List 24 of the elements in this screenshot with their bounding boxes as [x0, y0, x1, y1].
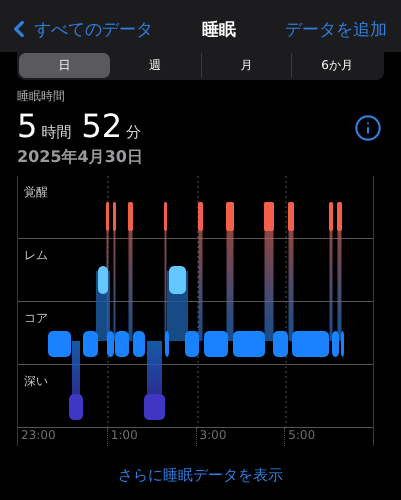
back-button[interactable]: すべてのデータ: [6, 16, 153, 42]
stage-label: 覚醒: [24, 185, 48, 199]
back-label: すべてのデータ: [34, 18, 153, 40]
time-label: 23:00: [20, 428, 57, 444]
minutes-unit: 分: [126, 123, 142, 142]
stage-label: 深い: [24, 374, 48, 388]
period-tab[interactable]: 日: [19, 53, 110, 78]
date-label: 2025年4月30日: [17, 147, 144, 168]
stage-label: レム: [24, 248, 48, 262]
info-icon[interactable]: [354, 114, 382, 142]
hours-value: 5: [17, 107, 38, 145]
time-label: 3:00: [196, 428, 284, 446]
show-more-link[interactable]: さらに睡眠データを表示: [118, 466, 283, 485]
period-tab[interactable]: 6か月: [291, 53, 382, 78]
page-title: 睡眠: [202, 18, 236, 40]
add-data-link[interactable]: データを追加: [285, 18, 387, 40]
time-label: 5:00: [284, 428, 373, 446]
period-tab[interactable]: 週: [110, 53, 200, 78]
time-label: 1:00: [106, 428, 196, 446]
hours-unit: 時間: [41, 123, 72, 142]
stage-label: コア: [24, 311, 48, 325]
minutes-value: 52: [81, 107, 122, 145]
period-tab[interactable]: 月: [200, 53, 292, 78]
metric-label: 睡眠時間: [17, 88, 66, 105]
